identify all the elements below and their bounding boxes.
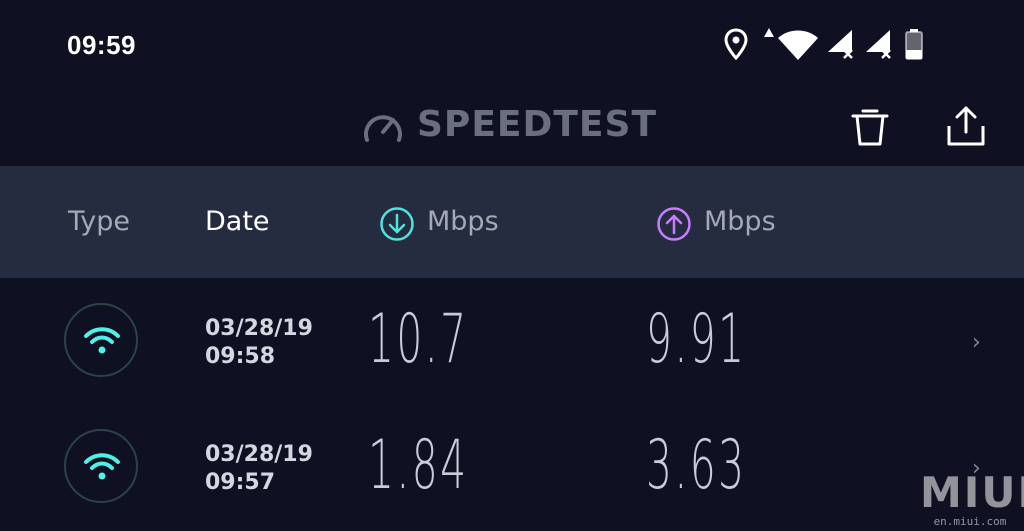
wifi-icon: [84, 327, 120, 354]
wifi-icon: [84, 453, 120, 480]
speedtest-results-screen: 09:59 SPEEDTEST Type Date Mbps Mbps 03/2…: [0, 0, 1024, 531]
trash-icon: [851, 109, 889, 146]
miui-watermark: MIUI en.miui.com: [920, 468, 1024, 529]
result-row[interactable]: 03/28/19 09:57 1.84 3.63 ›: [0, 409, 1024, 531]
result-date-time: 09:57: [205, 470, 276, 495]
status-bar: 09:59: [0, 0, 1024, 90]
column-date[interactable]: Date: [205, 206, 270, 237]
battery-icon: [905, 29, 923, 60]
column-upload-label: Mbps: [704, 206, 776, 237]
upload-value: 9.91: [646, 300, 747, 379]
location-icon: [724, 28, 748, 60]
brand-title: SPEEDTEST: [417, 104, 658, 145]
result-row[interactable]: 03/28/19 09:58 10.7 9.91 ›: [0, 283, 1024, 407]
data-arrow-icon: [764, 28, 774, 37]
download-value: 1.84: [368, 426, 469, 505]
result-date-day: 03/28/19: [205, 316, 313, 341]
signal-no-sim-icon: [828, 30, 853, 59]
upload-value: 3.63: [646, 426, 747, 505]
app-header: SPEEDTEST: [0, 90, 1024, 166]
connection-type-badge: [64, 429, 138, 503]
column-download-label: Mbps: [427, 206, 499, 237]
wifi-icon: [778, 30, 818, 60]
result-date-time: 09:58: [205, 344, 276, 369]
connection-type-badge: [64, 303, 138, 377]
download-value: 10.7: [368, 300, 469, 379]
upload-arrow-icon: [657, 207, 691, 241]
status-time: 09:59: [67, 30, 136, 60]
result-date: 03/28/19 09:58: [205, 315, 313, 371]
status-icons: [724, 28, 964, 62]
share-button[interactable]: [942, 104, 990, 152]
watermark-logo: MIUI: [920, 468, 1024, 517]
result-date-day: 03/28/19: [205, 442, 313, 467]
column-type[interactable]: Type: [68, 206, 130, 237]
watermark-url: en.miui.com: [933, 515, 1007, 528]
column-header: Type Date Mbps Mbps: [0, 166, 1024, 278]
result-date: 03/28/19 09:57: [205, 441, 313, 497]
share-icon: [947, 106, 985, 146]
speedometer-icon: [364, 115, 402, 142]
chevron-right-icon: ›: [972, 330, 981, 355]
download-arrow-icon: [380, 207, 414, 241]
signal-no-sim-icon: [866, 30, 891, 59]
delete-button[interactable]: [846, 104, 894, 152]
